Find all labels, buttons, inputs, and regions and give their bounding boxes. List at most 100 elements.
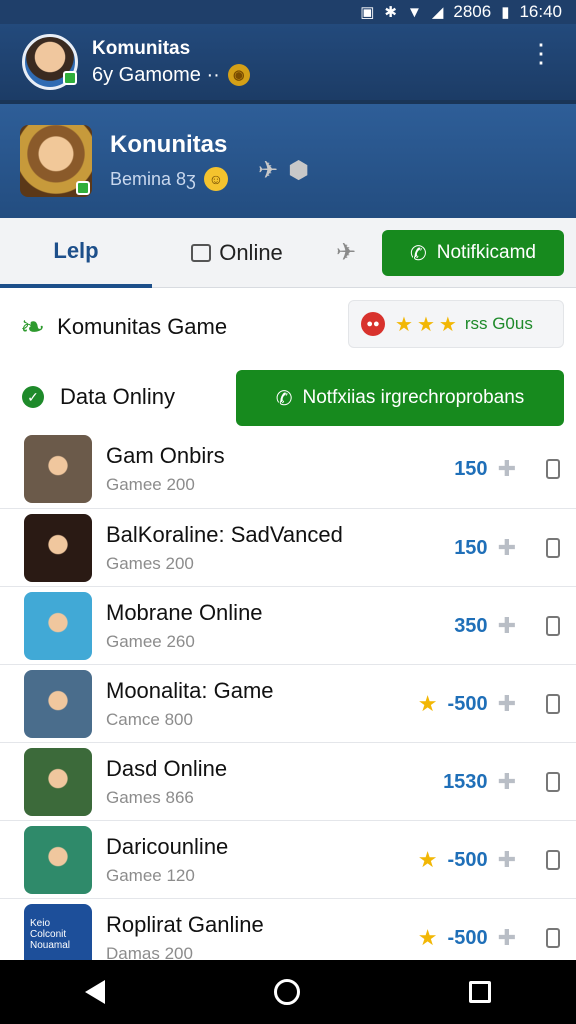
game-subtitle: Gamee 200: [106, 475, 195, 494]
rating-text: rss G0us: [464, 314, 533, 333]
list-item[interactable]: Moonalita: Game Camce 800 ★ -500 ✚: [0, 664, 576, 742]
game-text: Mobrane Online Gamee 260: [106, 600, 263, 652]
puzzle-icon[interactable]: ✚: [498, 847, 516, 873]
notifications-action-button[interactable]: ✆ Notfxiias irgrechroprobans: [236, 370, 564, 426]
puzzle-icon[interactable]: ✚: [498, 691, 516, 717]
back-icon[interactable]: [84, 980, 105, 1004]
game-text: Daricounline Gamee 120: [106, 834, 228, 886]
puzzle-icon[interactable]: ✚: [498, 456, 516, 482]
game-list: Gam Onbirs Gamee 200 150 ✚ BalKoraline: SadV…: [0, 430, 576, 960]
profile-text: Konunitas Bemina 8ʒ ☺: [110, 131, 228, 191]
device-icon[interactable]: [546, 616, 560, 636]
star-icon: ★: [417, 925, 438, 950]
coin-icon: ◉: [227, 64, 250, 86]
star-icon: ★: [395, 313, 413, 336]
game-thumbnail: [24, 513, 92, 582]
star-icon: ★: [438, 313, 457, 336]
more-options-icon[interactable]: ⋮: [528, 40, 554, 66]
chat-icon: [191, 243, 212, 262]
leaf-icon: ❧: [20, 310, 46, 344]
status-bar: ▣ ✱ ▼ ◢ 2806 ▮ 16:40: [0, 0, 576, 24]
tab-online[interactable]: Online: [152, 218, 322, 288]
recent-apps-icon[interactable]: [469, 981, 492, 1003]
game-title: Dasd Online: [106, 755, 228, 781]
device-icon[interactable]: [546, 772, 560, 792]
game-subtitle: Gamee 120: [106, 865, 195, 885]
game-text: Dasd Online Games 866: [106, 756, 227, 808]
game-thumbnail: [24, 591, 92, 660]
game-thumbnail: [24, 435, 92, 503]
system-nav-bar: [0, 960, 576, 1024]
game-text: BalKoraline: SadVanced Games 200: [106, 522, 343, 574]
game-thumbnail: [24, 669, 92, 738]
list-item[interactable]: Keio Colconit Nouamal Roplirat Ganline Dam…: [0, 898, 576, 960]
user-avatar[interactable]: [22, 34, 78, 90]
notification-button[interactable]: ✆ Notifkicamd: [382, 230, 564, 276]
online-indicator-icon: [63, 71, 77, 85]
profile-subtitle-row: Bemina 8ʒ ☺: [110, 167, 228, 191]
game-thumbnail: Keio Colconit Nouamal: [24, 903, 92, 960]
rocket-icon[interactable]: ✈: [258, 156, 278, 185]
profile-icons: ✈ ⬢: [258, 156, 309, 185]
game-meta: ★ -500 ✚: [418, 665, 560, 743]
list-item[interactable]: Dasd Online Games 866 1530 ✚: [0, 742, 576, 820]
appbar-subtitle: 6y Gamome ··: [92, 63, 220, 86]
game-meta: 350 ✚: [454, 587, 560, 665]
notifications-action-label: Notfxiias irgrechroprobans: [302, 387, 525, 408]
puzzle-icon[interactable]: ✚: [498, 925, 516, 951]
list-item[interactable]: Gam Onbirs Gamee 200 150 ✚: [0, 430, 576, 508]
tab-help-label: Lelp: [53, 237, 99, 263]
signal-icon: ◢: [431, 4, 444, 21]
rating-box[interactable]: ●● ★ ★ ★ rss G0us: [348, 300, 564, 348]
game-count: -500: [447, 692, 488, 715]
verified-badge-icon: [76, 181, 90, 195]
tab-help[interactable]: Lelp: [0, 218, 152, 288]
network-label: 2806: [453, 2, 492, 21]
star-icon: ★: [417, 691, 438, 716]
star-icon: ★: [417, 847, 438, 872]
appbar-subtitle-row: 6y Gamome ·· ◉: [92, 64, 250, 87]
game-subtitle: Gamee 260: [106, 631, 195, 651]
device-icon[interactable]: [546, 850, 560, 870]
game-subtitle: Games 200: [106, 553, 194, 573]
device-icon[interactable]: [546, 459, 560, 479]
shield-icon[interactable]: ⬢: [288, 156, 309, 185]
game-title: BalKoraline: SadVanced: [106, 521, 343, 547]
clock: 16:40: [519, 2, 562, 21]
game-meta: 1530 ✚: [443, 743, 560, 821]
game-title: Gam Onbirs: [106, 443, 225, 468]
community-section-header: ❧ Komunitas Game ●● ★ ★ ★ rss G0us: [0, 300, 576, 354]
wifi-icon: ▼: [406, 3, 422, 21]
list-item[interactable]: Daricounline Gamee 120 ★ -500 ✚: [0, 820, 576, 898]
top-app-bar: Komunitas 6y Gamome ·· ◉ ⋮: [0, 24, 576, 100]
game-subtitle: Games 866: [106, 787, 194, 807]
community-title: Komunitas Game: [57, 314, 228, 339]
device-icon[interactable]: [546, 694, 560, 714]
puzzle-icon[interactable]: ✚: [498, 613, 516, 639]
game-text: Moonalita: Game Camce 800: [106, 678, 274, 730]
game-count: 150: [454, 536, 488, 559]
game-meta: 150 ✚: [454, 430, 560, 508]
puzzle-icon[interactable]: ✚: [498, 769, 516, 795]
list-item[interactable]: BalKoraline: SadVanced Games 200 150 ✚: [0, 508, 576, 586]
game-title: Daricounline: [106, 833, 229, 859]
device-icon[interactable]: [546, 538, 560, 558]
home-icon[interactable]: [273, 979, 300, 1005]
game-thumbnail: [24, 825, 92, 894]
phone-icon: ✆: [409, 242, 427, 265]
game-thumbnail: [24, 747, 92, 816]
data-online-section: ✓ Data Onliny ✆ Notfxiias irgrechroproba…: [0, 368, 576, 426]
game-count: -500: [447, 848, 488, 871]
check-circle-icon: ✓: [22, 386, 44, 408]
emoji-icon: ☺: [203, 167, 228, 191]
list-item[interactable]: Mobrane Online Gamee 260 350 ✚: [0, 586, 576, 664]
profile-header: Konunitas Bemina 8ʒ ☺ ✈ ⬢: [0, 100, 576, 218]
pin-icon[interactable]: ✈: [336, 238, 356, 267]
device-icon[interactable]: [546, 928, 560, 948]
profile-avatar[interactable]: [20, 125, 92, 197]
puzzle-icon[interactable]: ✚: [498, 535, 516, 561]
game-meta: ★ -500 ✚: [418, 821, 560, 899]
game-meta: 150 ✚: [454, 509, 560, 587]
game-subtitle: Damas 200: [106, 943, 193, 961]
game-count: -500: [447, 926, 488, 949]
